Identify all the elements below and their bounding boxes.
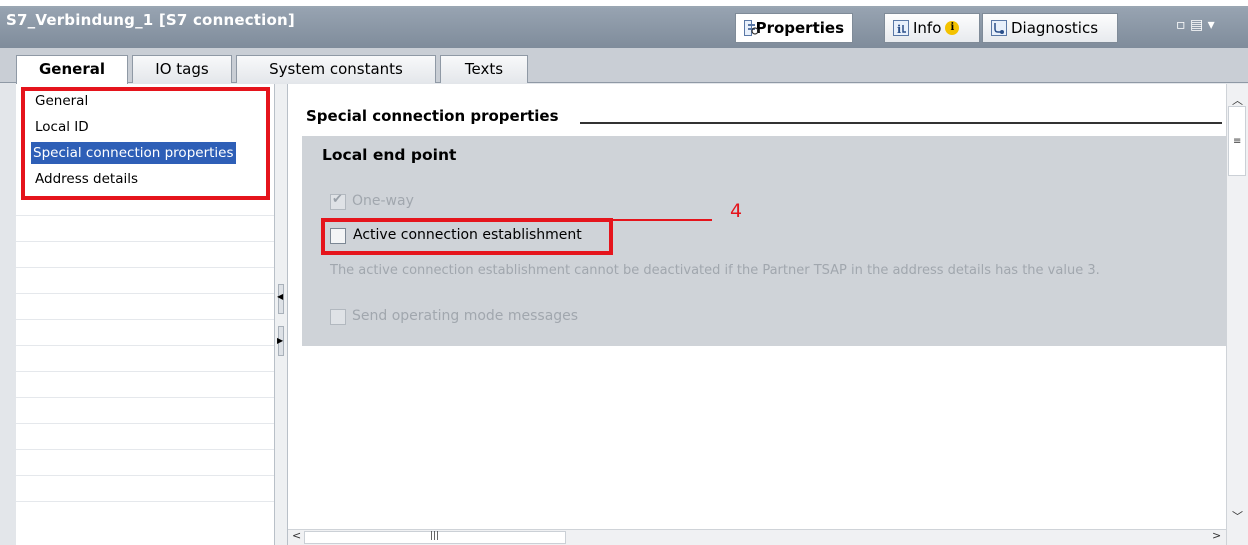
svg-text:i: i — [897, 23, 901, 35]
nav-divider — [16, 449, 274, 450]
one-way-checkbox[interactable] — [330, 192, 346, 210]
section-title-rule — [580, 122, 1222, 124]
tab-general[interactable]: General — [16, 55, 128, 84]
send-operating-mode-checkbox[interactable] — [330, 309, 346, 325]
scroll-left-icon[interactable]: < — [292, 529, 301, 542]
annotation-leader-line — [612, 219, 712, 221]
window-controls[interactable]: ▫ ▤ ▾ — [1176, 17, 1215, 33]
tab-diagnostics[interactable]: Diagnostics — [982, 13, 1118, 43]
nav-divider — [16, 475, 274, 476]
tab-info-label: Info — [913, 19, 942, 37]
nav-divider — [16, 293, 274, 294]
tab-texts[interactable]: Texts — [440, 55, 528, 83]
annotation-number: 4 — [730, 200, 743, 222]
info-icon: i — [893, 20, 909, 36]
scroll-right-icon[interactable]: > — [1212, 529, 1221, 542]
scroll-down-icon[interactable]: ﹀ — [1232, 508, 1243, 524]
top-edge — [0, 0, 1248, 8]
nav-divider — [16, 397, 274, 398]
tab-properties-label: Properties — [755, 19, 844, 37]
nav-divider — [16, 423, 274, 424]
nav-divider — [16, 371, 274, 372]
panel-splitter[interactable]: ◀ ▶ — [274, 84, 288, 545]
group-title: Local end point — [322, 146, 457, 164]
window-title: S7_Verbindung_1 [S7 connection] — [6, 11, 295, 29]
active-connection-note: The active connection establishment cann… — [330, 263, 1100, 278]
properties-icon — [744, 20, 759, 36]
expand-right-icon[interactable]: ▶ — [277, 336, 283, 345]
nav-divider — [16, 501, 274, 502]
collapse-left-icon[interactable]: ◀ — [277, 292, 283, 301]
tab-info[interactable]: i Info i — [884, 13, 980, 43]
tab-io-tags[interactable]: IO tags — [132, 55, 232, 83]
tab-properties[interactable]: Properties — [735, 13, 853, 43]
checkbox-highlight-box — [321, 218, 613, 255]
nav-divider — [16, 345, 274, 346]
nav-divider — [16, 319, 274, 320]
nav-highlight-box — [21, 87, 270, 200]
tab-system-constants[interactable]: System constants — [236, 55, 436, 83]
grip-icon: ≡ — [1233, 136, 1242, 147]
warning-info-icon: i — [945, 21, 960, 35]
nav-divider — [16, 241, 274, 242]
nav-divider — [16, 215, 274, 216]
send-operating-mode-label: Send operating mode messages — [352, 308, 579, 324]
one-way-label: One-way — [352, 193, 414, 209]
section-title: Special connection properties — [306, 107, 559, 125]
tab-diagnostics-label: Diagnostics — [1011, 19, 1099, 37]
diagnostics-icon — [991, 20, 1007, 36]
nav-divider — [16, 267, 274, 268]
grip-icon: ||| — [430, 531, 440, 541]
